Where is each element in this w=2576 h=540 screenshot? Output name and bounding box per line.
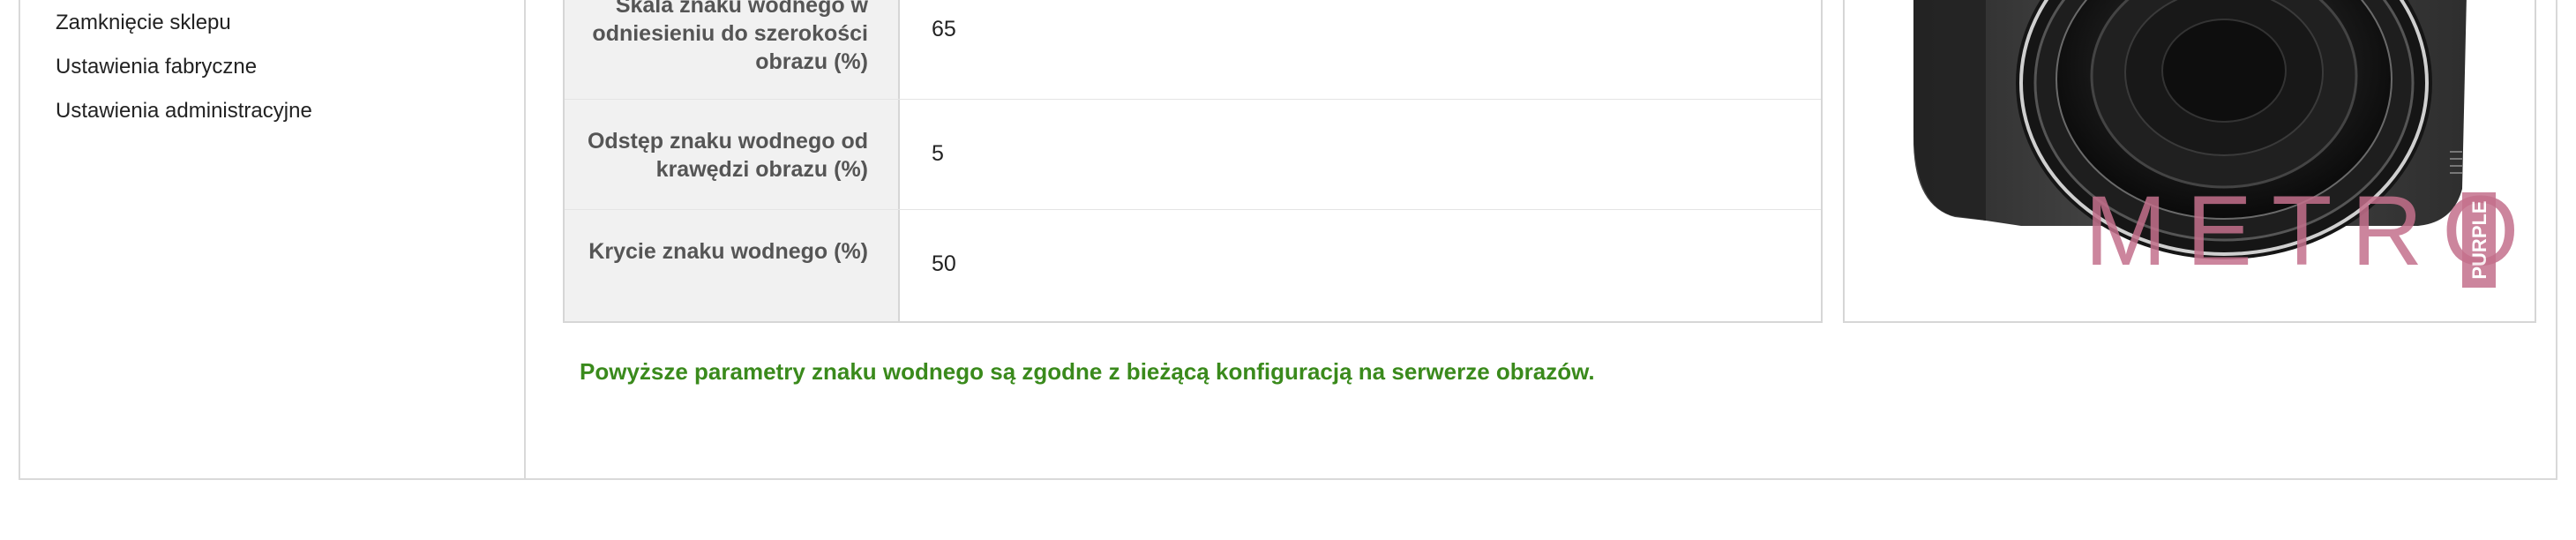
watermark-offset-input[interactable] <box>932 134 1461 173</box>
watermark-scale-input[interactable] <box>932 10 1461 49</box>
watermark-settings-table: Skala znaku wodnego w odniesieniu do sze… <box>563 0 1823 323</box>
watermark-opacity-input[interactable] <box>932 244 1461 283</box>
row-divider <box>565 99 1821 100</box>
watermark-preview: METRO PURPLE <box>1843 0 2536 323</box>
watermark-tag: PURPLE <box>2462 192 2496 288</box>
sidebar-item-shop-closure[interactable]: Zamknięcie sklepu <box>56 11 231 35</box>
sidebar: Zamknięcie sklepu Ustawienia fabryczne U… <box>20 0 526 478</box>
watermark-offset-label: Odstęp znaku wodnego od krawędzi obrazu … <box>587 129 868 182</box>
status-message: Powyższe parametry znaku wodnego są zgod… <box>580 358 1595 385</box>
watermark-opacity-label: Krycie znaku wodnego (%) <box>588 239 868 264</box>
sidebar-item-admin-settings[interactable]: Ustawienia administracyjne <box>56 99 312 124</box>
sidebar-item-factory-settings[interactable]: Ustawienia fabryczne <box>56 55 257 79</box>
row-divider <box>565 209 1821 210</box>
settings-panel: Zamknięcie sklepu Ustawienia fabryczne U… <box>19 0 2557 480</box>
watermark-scale-label: Skala znaku wodnego w odniesieniu do sze… <box>592 0 868 74</box>
